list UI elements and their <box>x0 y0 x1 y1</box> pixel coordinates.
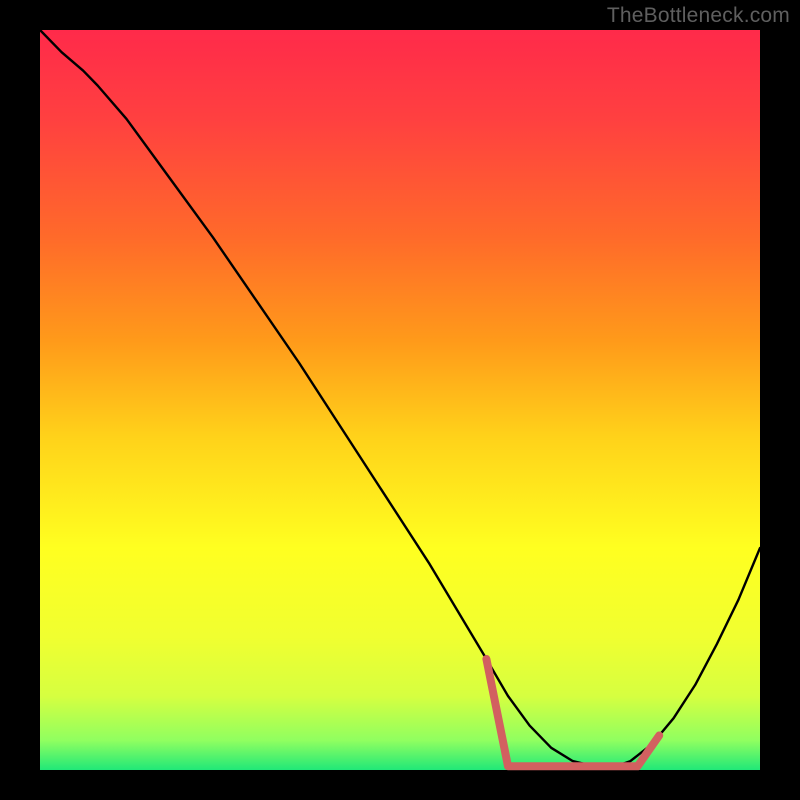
plot-gradient-background <box>40 30 760 770</box>
bottleneck-chart <box>0 0 800 800</box>
watermark-text: TheBottleneck.com <box>607 4 790 28</box>
chart-stage: TheBottleneck.com <box>0 0 800 800</box>
